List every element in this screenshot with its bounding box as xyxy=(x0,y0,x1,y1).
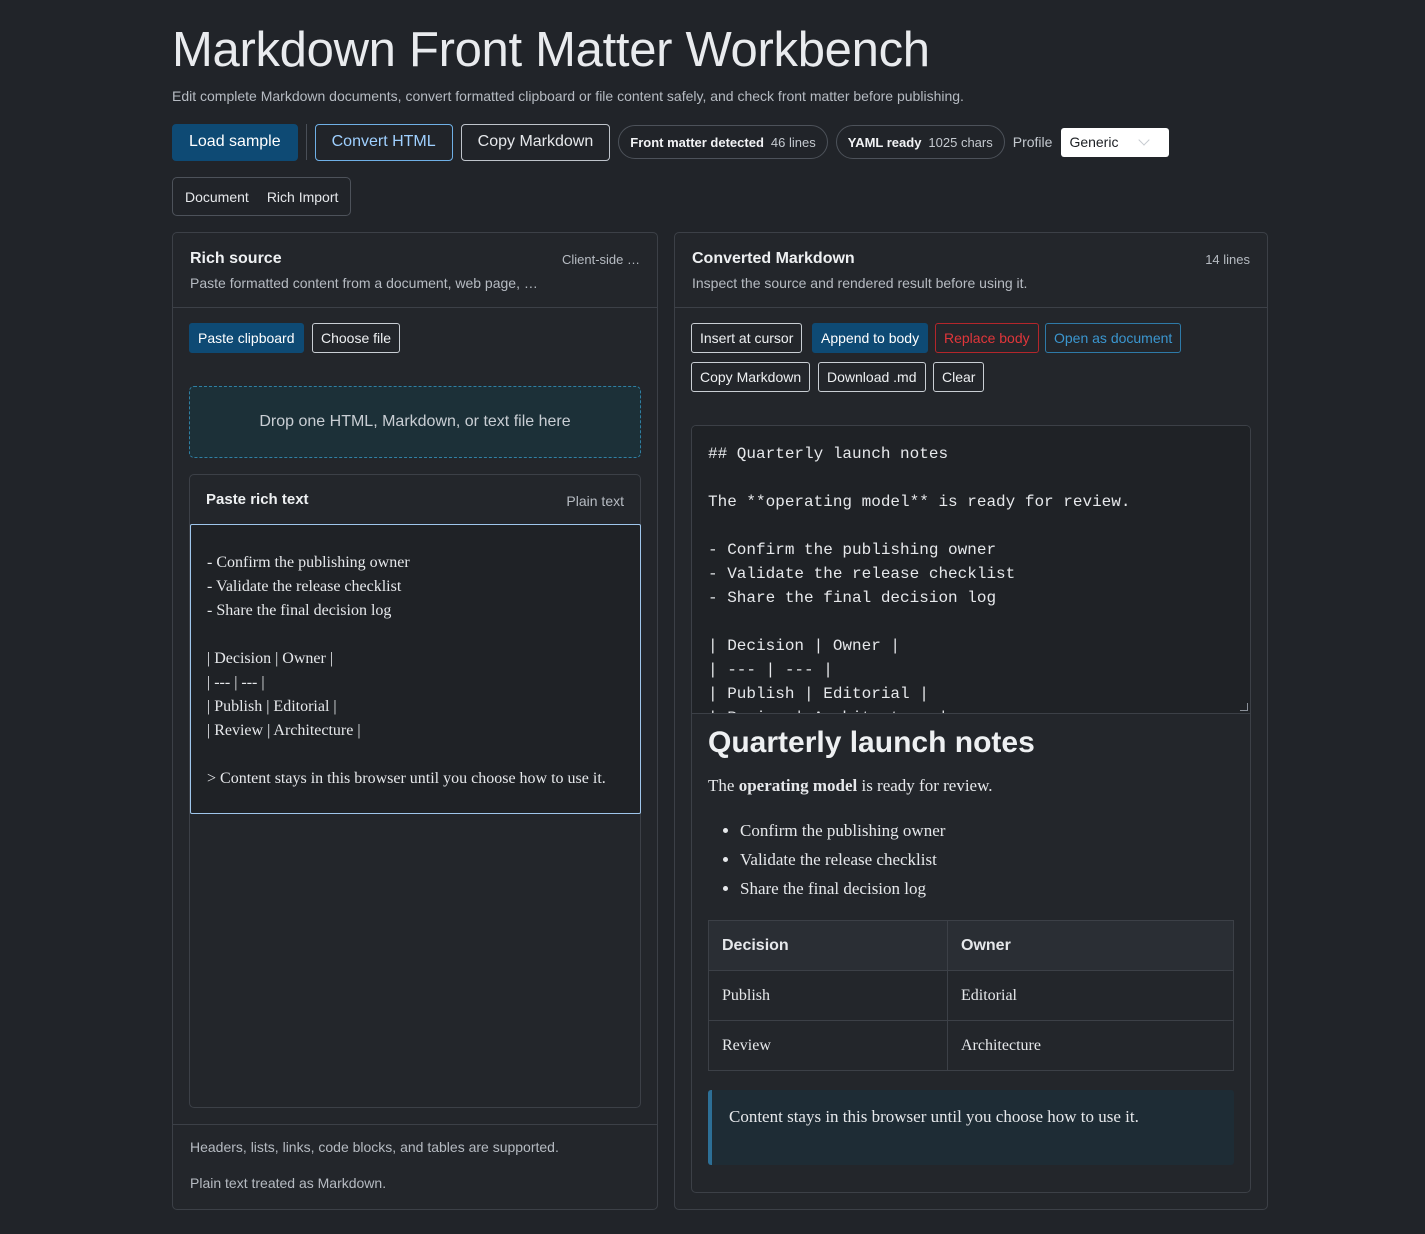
rich-source-panel: Rich source Paste formatted content from… xyxy=(172,232,658,1210)
append-to-body-button[interactable]: Append to body xyxy=(812,323,929,353)
list-item: Validate the release checklist xyxy=(740,845,1234,874)
preview-para-start: The xyxy=(708,776,739,795)
markdown-source-line: | Publish | Editorial | xyxy=(708,685,929,703)
table-header: Decision xyxy=(708,920,948,971)
markdown-source-line: | Decision | Owner | xyxy=(708,637,901,655)
paste-text-line xyxy=(207,743,624,767)
toolbar-divider xyxy=(305,124,307,160)
table-cell: Editorial xyxy=(947,970,1234,1021)
download-md-button[interactable]: Download .md xyxy=(818,362,926,392)
converted-output: ## Quarterly launch notes The **operating… xyxy=(691,425,1251,1193)
table-row: Review Architecture xyxy=(708,1020,1234,1071)
paste-text-line: | Publish | Editorial | xyxy=(207,698,337,715)
resize-handle-icon[interactable] xyxy=(1240,703,1248,711)
main-toolbar: Load sample Convert HTML Copy Markdown F… xyxy=(172,123,1170,161)
paste-text-line: | --- | --- | xyxy=(207,674,265,691)
yaml-label: YAML ready xyxy=(847,134,922,150)
markdown-source-line: | Review | Architecture | xyxy=(708,706,1234,713)
file-dropzone[interactable]: Drop one HTML, Markdown, or text file he… xyxy=(189,386,641,458)
converted-header: Converted Markdown Inspect the source an… xyxy=(675,233,1267,308)
table-cell: Publish xyxy=(708,970,948,1021)
preview-para-end: is ready for review. xyxy=(857,776,993,795)
markdown-source-line xyxy=(708,466,1234,490)
preview-blockquote: Content stays in this browser until you … xyxy=(708,1090,1234,1165)
line-count-badge: 14 lines xyxy=(1205,252,1250,267)
table-cell: Architecture xyxy=(947,1020,1234,1071)
tab-rich-import[interactable]: Rich Import xyxy=(267,189,339,205)
paste-text-line: - Validate the release checklist xyxy=(207,578,402,595)
clear-button[interactable]: Clear xyxy=(933,362,985,392)
front-matter-status: Front matter detected 46 lines xyxy=(618,125,828,159)
preview-heading: Quarterly launch notes xyxy=(708,726,1035,759)
converted-title: Converted Markdown xyxy=(692,250,855,267)
tab-document[interactable]: Document xyxy=(185,189,249,205)
page-subtitle: Edit complete Markdown documents, conver… xyxy=(172,88,964,104)
preview-list: Confirm the publishing owner Validate th… xyxy=(708,816,1234,903)
markdown-source-textarea[interactable]: ## Quarterly launch notes The **operating… xyxy=(692,426,1250,714)
table-header-row: Decision Owner xyxy=(708,920,1234,971)
markdown-source-line: - Share the final decision log xyxy=(708,589,997,607)
yaml-status: YAML ready 1025 chars xyxy=(835,125,1005,159)
markdown-source-line: ## Quarterly launch notes xyxy=(708,445,949,463)
preview-paragraph: The operating model is ready for review. xyxy=(708,776,1234,796)
view-tabs: Document Rich Import xyxy=(172,177,352,216)
chevron-down-icon xyxy=(1138,133,1151,146)
table-row: Publish Editorial xyxy=(708,970,1234,1021)
convert-html-button[interactable]: Convert HTML xyxy=(314,123,453,161)
insert-at-cursor-button[interactable]: Insert at cursor xyxy=(691,323,803,353)
paste-clipboard-button[interactable]: Paste clipboard xyxy=(189,323,304,353)
profile-value: Generic xyxy=(1069,134,1119,150)
paste-text-line: | Decision | Owner | xyxy=(207,650,334,667)
markdown-source-line xyxy=(708,610,1234,634)
markdown-source-line: - Validate the release checklist xyxy=(708,565,1016,583)
copy-markdown-small-button[interactable]: Copy Markdown xyxy=(691,362,811,392)
client-side-badge: Client-side … xyxy=(561,252,640,267)
yaml-count: 1025 chars xyxy=(928,134,993,150)
front-matter-count: 46 lines xyxy=(770,134,816,150)
converted-markdown-panel: Converted Markdown Inspect the source an… xyxy=(674,232,1268,1210)
supported-formats-note: Headers, lists, links, code blocks, and … xyxy=(190,1139,559,1155)
markdown-source-line: The **operating model** is ready for rev… xyxy=(708,493,1131,511)
markdown-source-line xyxy=(708,514,1234,538)
copy-markdown-button[interactable]: Copy Markdown xyxy=(460,123,611,161)
table-header: Owner xyxy=(947,920,1234,971)
load-sample-button[interactable]: Load sample xyxy=(172,123,298,161)
profile-label: Profile xyxy=(1012,134,1053,150)
paste-wrapped-line: > Content stays in this browser until yo… xyxy=(207,770,606,787)
rich-source-footer: Headers, lists, links, code blocks, and … xyxy=(173,1124,658,1191)
open-as-document-button[interactable]: Open as document xyxy=(1045,323,1182,353)
paste-text-line: - Share the final decision log xyxy=(207,602,392,619)
preview-para-bold: operating model xyxy=(738,776,858,795)
rich-source-title: Rich source xyxy=(190,250,282,267)
preview-table: Decision Owner Publish Editorial Review … xyxy=(708,920,1234,1071)
paste-rich-text-box: Paste rich text Plain text - Confirm the… xyxy=(189,474,641,1108)
converted-subtitle: Inspect the source and rendered result b… xyxy=(692,275,1028,291)
list-item: Confirm the publishing owner xyxy=(740,816,1234,845)
markdown-preview: Quarterly launch notes The operating mod… xyxy=(708,726,1234,1165)
page-title: Markdown Front Matter Workbench xyxy=(172,23,930,77)
paste-mode-label: Plain text xyxy=(566,493,624,509)
paste-rich-text-title: Paste rich text xyxy=(206,491,309,508)
markdown-source-line: - Confirm the publishing owner xyxy=(708,541,997,559)
paste-text-line: | Review | Architecture | xyxy=(207,722,361,739)
plain-text-mode-note: Plain text treated as Markdown. xyxy=(190,1175,387,1191)
choose-file-button[interactable]: Choose file xyxy=(312,323,401,353)
table-cell: Review xyxy=(708,1020,948,1071)
replace-body-button[interactable]: Replace body xyxy=(935,323,1039,353)
paste-text-line xyxy=(207,623,624,647)
markdown-source-line: | --- | --- | xyxy=(708,661,833,679)
front-matter-label: Front matter detected xyxy=(630,134,764,150)
paste-text-line: - Confirm the publishing owner xyxy=(207,554,410,571)
rich-source-header: Rich source Paste formatted content from… xyxy=(173,233,657,308)
profile-select[interactable]: Generic xyxy=(1061,127,1170,157)
list-item: Share the final decision log xyxy=(740,874,1234,903)
rich-source-subtitle: Paste formatted content from a document,… xyxy=(190,275,538,291)
paste-textarea[interactable]: - Confirm the publishing owner - Validate… xyxy=(190,524,641,814)
